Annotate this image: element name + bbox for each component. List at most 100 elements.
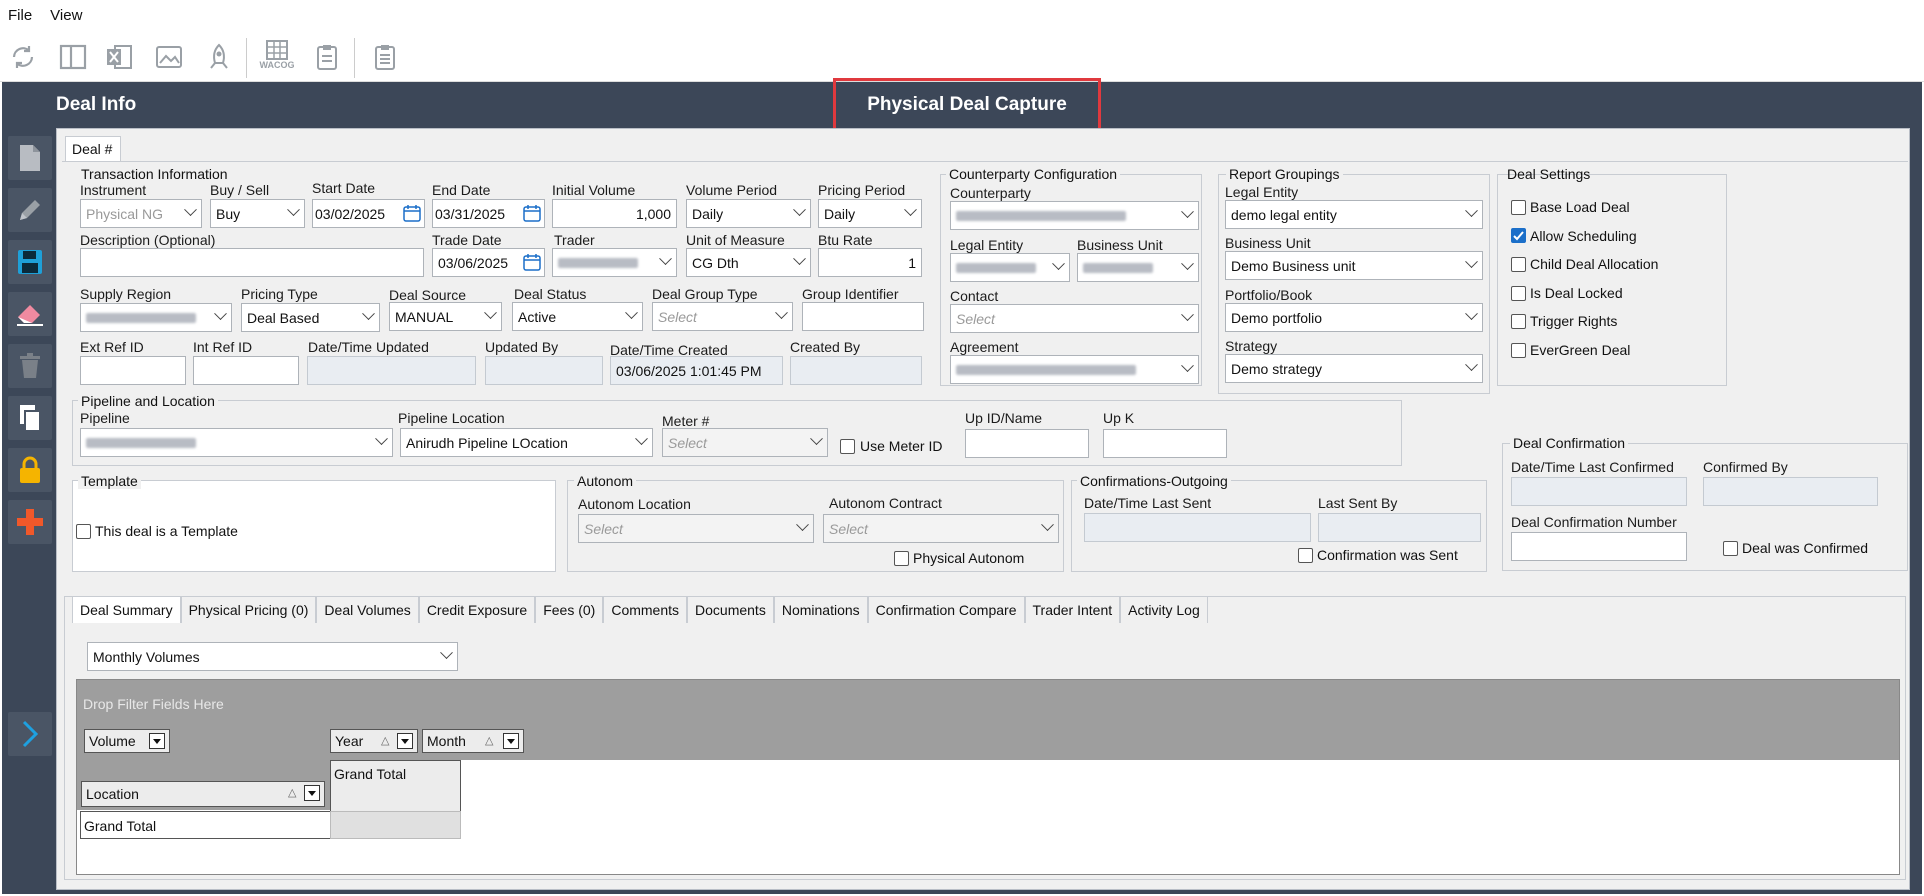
end-date-field[interactable]: 03/31/2025 [432, 199, 545, 228]
report-business-unit-select[interactable]: Demo Business unit [1225, 251, 1483, 280]
was-confirmed-checkbox[interactable] [1723, 541, 1738, 556]
image-export-icon[interactable] [152, 40, 186, 74]
description-input[interactable] [80, 248, 424, 277]
tab-physical-pricing[interactable]: Physical Pricing (0) [180, 596, 317, 623]
trigger-rights-checkbox[interactable] [1511, 314, 1526, 329]
group-identifier-input[interactable] [802, 302, 924, 331]
redacted-text [956, 364, 1136, 375]
deal-locked-checkbox[interactable] [1511, 286, 1526, 301]
tab-activity-log[interactable]: Activity Log [1120, 596, 1208, 623]
cp-business-unit-select[interactable] [1077, 253, 1199, 282]
redacted-text [956, 210, 1126, 221]
btu-rate-input[interactable]: 1 [818, 248, 922, 277]
child-deal-checkbox[interactable] [1511, 257, 1526, 272]
use-meter-checkbox[interactable] [840, 439, 855, 454]
deal-confirmation-title: Deal Confirmation [1510, 435, 1629, 451]
base-load-checkbox[interactable] [1511, 200, 1526, 215]
report-legal-entity-select[interactable]: demo legal entity [1225, 200, 1483, 229]
supply-region-select[interactable] [80, 303, 232, 332]
instrument-select[interactable]: Physical NG [80, 199, 202, 228]
deal-status-select[interactable]: Active [512, 302, 643, 331]
pipeline-select[interactable] [80, 428, 393, 457]
tab-credit-exposure[interactable]: Credit Exposure [418, 596, 536, 623]
deal-status-label: Deal Status [514, 286, 587, 302]
toolbar-divider [246, 38, 247, 78]
allow-scheduling-checkbox[interactable] [1511, 228, 1526, 243]
contact-select[interactable]: Select [950, 304, 1199, 333]
int-ref-input[interactable] [193, 356, 299, 385]
location-field-chip[interactable]: Location △ [81, 781, 325, 807]
start-date-field[interactable]: 03/02/2025 [312, 199, 425, 228]
volume-period-select[interactable]: Daily [686, 199, 811, 228]
menu-file[interactable]: File [8, 7, 32, 24]
tab-deal-summary[interactable]: Deal Summary [72, 596, 181, 623]
up-id-input[interactable] [965, 429, 1089, 458]
initial-volume-input[interactable]: 1,000 [552, 199, 677, 228]
template-checkbox[interactable] [76, 524, 91, 539]
tab-confirmation-compare[interactable]: Confirmation Compare [867, 596, 1025, 623]
deal-source-select[interactable]: MANUAL [389, 302, 502, 331]
clipboard-icon[interactable] [310, 40, 344, 74]
filter-dropdown-icon[interactable] [149, 733, 165, 749]
physical-autonom-checkbox[interactable] [894, 551, 909, 566]
trade-date-field[interactable]: 03/06/2025 [432, 248, 545, 277]
trader-select[interactable] [552, 248, 677, 277]
calendar-icon[interactable] [523, 204, 541, 223]
portfolio-value: Demo portfolio [1231, 309, 1323, 326]
tab-fees[interactable]: Fees (0) [535, 596, 604, 623]
tab-comments[interactable]: Comments [603, 596, 688, 623]
save-icon[interactable] [8, 240, 52, 284]
instrument-label: Instrument [80, 182, 147, 198]
summary-view-select[interactable]: Monthly Volumes [87, 642, 458, 671]
menu-view[interactable]: View [50, 7, 82, 24]
wacog-icon[interactable]: WACOG [260, 38, 295, 72]
portfolio-select[interactable]: Demo portfolio [1225, 303, 1483, 332]
pipeline-location-select[interactable]: Anirudh Pipeline LOcation [400, 428, 653, 457]
filter-dropdown-icon[interactable] [304, 785, 320, 801]
clipboard-list-icon[interactable] [368, 40, 402, 74]
tab-deal-number[interactable]: Deal # [65, 136, 121, 162]
volume-field-chip[interactable]: Volume [84, 729, 170, 753]
calendar-icon[interactable] [403, 204, 421, 223]
uom-select[interactable]: CG Dth [686, 248, 811, 277]
copy-icon[interactable] [8, 396, 52, 440]
meter-select[interactable]: Select [662, 428, 828, 457]
delete-trash-icon[interactable] [8, 344, 52, 388]
ext-ref-input[interactable] [80, 356, 186, 385]
new-document-icon[interactable] [8, 136, 52, 180]
up-k-input[interactable] [1103, 429, 1227, 458]
expand-chevron-icon[interactable] [8, 712, 52, 756]
agreement-select[interactable] [950, 355, 1199, 384]
excel-icon[interactable] [102, 40, 136, 74]
rocket-icon[interactable] [202, 40, 236, 74]
layout-icon[interactable] [56, 40, 90, 74]
lock-icon[interactable] [8, 448, 52, 492]
confirmation-sent-checkbox[interactable] [1298, 548, 1313, 563]
tab-trader-intent[interactable]: Trader Intent [1024, 596, 1121, 623]
pricing-type-select[interactable]: Deal Based [241, 303, 380, 332]
pricing-period-select[interactable]: Daily [818, 199, 922, 228]
buy-sell-select[interactable]: Buy [210, 199, 305, 228]
confirmation-number-input[interactable] [1511, 532, 1687, 561]
deal-group-type-select[interactable]: Select [652, 302, 793, 331]
autonom-location-select[interactable]: Select [578, 514, 814, 543]
refresh-icon[interactable] [6, 40, 40, 74]
counterparty-select[interactable] [950, 201, 1199, 230]
strategy-select[interactable]: Demo strategy [1225, 354, 1483, 383]
eraser-icon[interactable] [8, 292, 52, 336]
year-field-chip[interactable]: Year △ [330, 729, 418, 753]
calendar-icon[interactable] [523, 253, 541, 272]
chevron-down-icon [184, 203, 197, 217]
add-plus-icon[interactable] [8, 500, 52, 544]
edit-pencil-icon[interactable] [8, 188, 52, 232]
tab-documents[interactable]: Documents [687, 596, 774, 623]
cp-legal-entity-select[interactable] [950, 253, 1070, 282]
dt-created-value: 03/06/2025 1:01:45 PM [616, 362, 762, 379]
filter-dropdown-icon[interactable] [503, 733, 519, 749]
month-field-chip[interactable]: Month △ [422, 729, 524, 753]
filter-dropdown-icon[interactable] [397, 733, 413, 749]
tab-nominations[interactable]: Nominations [773, 596, 868, 623]
evergreen-checkbox[interactable] [1511, 343, 1526, 358]
tab-deal-volumes[interactable]: Deal Volumes [316, 596, 419, 623]
autonom-contract-select[interactable]: Select [823, 514, 1059, 543]
